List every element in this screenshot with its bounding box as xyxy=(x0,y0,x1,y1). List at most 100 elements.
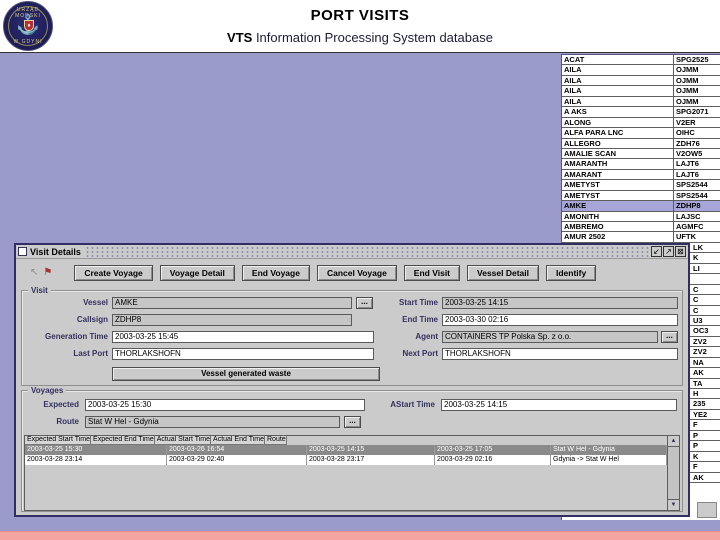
expected-start-cell: 2003-03-28 23:14 xyxy=(25,455,167,465)
vessel-callsign-cell: SPG2071 xyxy=(673,107,720,117)
vessel-row[interactable]: AMALIE SCAN V2OW5 xyxy=(562,148,720,160)
titlebar-pattern xyxy=(84,245,650,258)
close-icon[interactable]: ⊠ xyxy=(675,246,686,257)
vessel-row[interactable]: AMONITH LAJSC xyxy=(562,211,720,222)
voyage-row[interactable]: 2003-03-28 23:14 2003-03-29 02:40 2003-0… xyxy=(25,455,679,465)
vessel-row[interactable]: ALFA PARA LNC OIHC xyxy=(562,128,720,139)
vessel-name-cell: A AKS xyxy=(564,107,587,117)
callsign-label: Callsign xyxy=(76,315,108,324)
voyages-group-legend: Voyages xyxy=(28,386,67,395)
maximize-icon[interactable]: ↗ xyxy=(663,246,674,257)
vessel-row[interactable]: A AKS SPG2071 xyxy=(562,107,720,118)
vessel-row[interactable]: ALLEGRO ZDH76 xyxy=(562,138,720,149)
vessel-row[interactable]: AMETYST SPS2544 xyxy=(562,190,720,202)
next-port-field[interactable]: THORLAKSHOFN xyxy=(442,348,678,360)
agent-browse-button[interactable]: ... xyxy=(661,331,678,343)
vessel-row[interactable]: AILA OJMM xyxy=(562,96,720,108)
vessel-name-cell: AMETYST xyxy=(564,190,600,200)
vessel-callsign-cell: OJMM xyxy=(673,96,720,107)
vessel-name-cell: AMONITH xyxy=(564,211,599,221)
scroll-up-icon[interactable]: ▲ xyxy=(668,436,679,447)
list-scroll-corner[interactable] xyxy=(697,502,717,518)
subtitle-acronym: VTS xyxy=(227,30,253,45)
vessel-callsign-cell: LAJT6 xyxy=(673,159,720,169)
vessel-callsign-cell: SPG2525 xyxy=(673,55,720,65)
voyage-row[interactable]: 2003-03-25 15:30 2003-03-26 16:54 2003-0… xyxy=(25,445,679,455)
dialog-titlebar[interactable]: Visit Details ↙ ↗ ⊠ xyxy=(16,245,688,259)
visit-details-dialog: Visit Details ↙ ↗ ⊠ ↖ ⚑ Create Voyage Voy… xyxy=(14,243,690,517)
scroll-down-icon[interactable]: ▼ xyxy=(668,499,679,510)
voyage-table: Expected Start Time Expected End Time Actu… xyxy=(24,435,680,511)
vessel-row[interactable]: AMARANT LAJT6 xyxy=(562,169,720,181)
expected-end-cell: 2003-03-29 02:40 xyxy=(167,455,307,465)
vessel-callsign-cell: OJMM xyxy=(673,86,720,96)
vessel-row[interactable]: AMUR 2502 UFTK xyxy=(562,232,720,243)
toolbar-button[interactable]: Voyage Detail xyxy=(159,264,235,281)
vessel-callsign-cell: ZDHP8 xyxy=(673,201,720,211)
vessel-row[interactable]: ACAT SPG2525 xyxy=(562,55,720,66)
agent-label: Agent xyxy=(415,332,438,341)
toolbar-button[interactable]: Vessel Detail xyxy=(467,264,539,281)
start-time-field[interactable]: 2003-03-25 14:15 xyxy=(442,297,678,309)
visit-group-legend: Visit xyxy=(28,286,51,295)
actual-end-cell: 2003-03-29 02:16 xyxy=(435,455,551,465)
minimize-icon[interactable]: ↙ xyxy=(651,246,662,257)
generation-time-field[interactable]: 2003-03-25 15:45 xyxy=(112,331,374,343)
dialog-toolbar: ↖ ⚑ Create Voyage Voyage Detail End Voyage… xyxy=(16,259,688,286)
toolbar-button[interactable]: End Visit xyxy=(403,264,461,281)
vessel-row[interactable]: AMBREMO AGMFC xyxy=(562,222,720,233)
voyage-column-header[interactable]: Expected Start Time xyxy=(25,436,92,445)
toolbar-button[interactable]: Create Voyage xyxy=(74,264,153,281)
subtitle-text: Information Processing System database xyxy=(252,30,493,45)
vessel-name-cell: AMARANTH xyxy=(564,159,608,169)
voyage-table-scrollbar[interactable]: ▲ ▼ xyxy=(667,436,679,510)
expected-field[interactable]: 2003-03-25 15:30 xyxy=(85,399,365,411)
voyage-column-header[interactable]: Route xyxy=(265,436,287,445)
agent-field[interactable]: CONTAINERS TP Polska Sp. z o.o. xyxy=(442,331,658,343)
voyage-column-header[interactable]: Actual Start Time xyxy=(154,436,212,445)
vessel-row[interactable]: AMARANTH LAJT6 xyxy=(562,159,720,170)
toolbar-button[interactable]: Cancel Voyage xyxy=(316,264,397,281)
next-port-label: Next Port xyxy=(402,349,438,358)
vessel-field[interactable]: AMKE xyxy=(112,297,352,309)
astart-time-label: AStart Time xyxy=(390,400,435,409)
route-field[interactable]: Stat W Hel - Gdynia xyxy=(85,416,340,428)
vessel-callsign-cell: LAJT6 xyxy=(673,169,720,180)
slide: URZĄD MORSKI ⚓ ♦ W GDYNI PORT VISITS VTS… xyxy=(0,0,720,540)
end-time-label: End Time xyxy=(402,315,438,324)
expected-end-cell: 2003-03-26 16:54 xyxy=(167,445,307,455)
vessel-callsign-cell: V2OW5 xyxy=(673,148,720,159)
vessel-callsign-cell: V2ER xyxy=(673,117,720,128)
last-port-label: Last Port xyxy=(73,349,108,358)
expected-start-cell: 2003-03-25 15:30 xyxy=(25,445,167,455)
route-browse-button[interactable]: ... xyxy=(344,416,361,428)
expected-label: Expected xyxy=(43,400,79,409)
vessel-callsign-cell: SPS2544 xyxy=(673,190,720,201)
toolbar-button[interactable]: Identify xyxy=(546,264,597,281)
voyage-column-header[interactable]: Actual End Time xyxy=(211,436,265,445)
actual-start-cell: 2003-03-25 14:15 xyxy=(307,445,435,455)
astart-time-field[interactable]: 2003-03-25 14:15 xyxy=(441,399,677,411)
vessel-row[interactable]: AILA OJMM xyxy=(562,86,720,97)
vessel-row[interactable]: AMETYST SPS2544 xyxy=(562,180,720,191)
vessel-callsign-cell: OJMM xyxy=(673,75,720,86)
vessel-callsign-cell: OJMM xyxy=(673,65,720,75)
voyage-column-header[interactable]: Expected End Time xyxy=(91,436,155,445)
vessel-callsign-cell: OIHC xyxy=(673,128,720,138)
vessel-row[interactable]: AMKE ZDHP8 xyxy=(562,201,720,212)
route-cell: Stat W Hel - Gdynia xyxy=(551,445,667,455)
flag-icon[interactable]: ⚑ xyxy=(43,267,52,278)
vessel-generated-waste-button[interactable]: Vessel generated waste xyxy=(112,367,380,381)
vessel-row[interactable]: AILA OJMM xyxy=(562,65,720,76)
start-time-label: Start Time xyxy=(399,298,438,307)
dialog-title: Visit Details xyxy=(30,246,81,257)
vessel-row[interactable]: AILA OJMM xyxy=(562,75,720,87)
end-time-field[interactable]: 2003-03-30 02:16 xyxy=(442,314,678,326)
toolbar-buttons: Create Voyage Voyage Detail End Voyage Canc… xyxy=(74,264,603,281)
cursor-icon[interactable]: ↖ xyxy=(30,267,38,278)
toolbar-button[interactable]: End Voyage xyxy=(241,264,310,281)
last-port-field[interactable]: THORLAKSHOFN xyxy=(112,348,374,360)
page-title: PORT VISITS xyxy=(310,7,410,24)
callsign-field[interactable]: ZDHP8 xyxy=(112,314,352,326)
vessel-row[interactable]: ALONG V2ER xyxy=(562,117,720,129)
